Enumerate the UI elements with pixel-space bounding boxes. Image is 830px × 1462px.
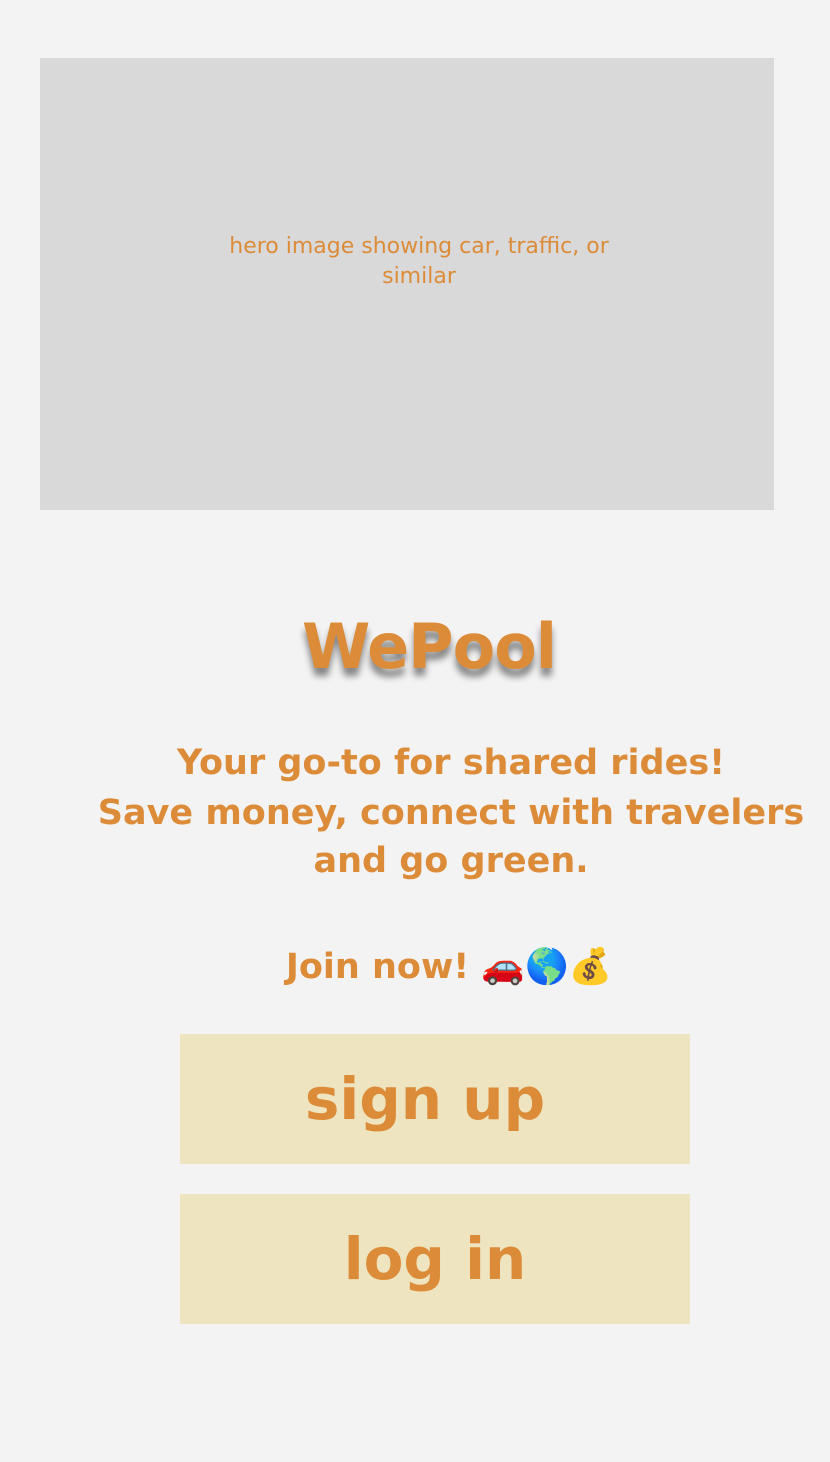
join-now-text: Join now! 🚗🌎💰 [285,947,613,987]
tagline-line-3: and go green. [313,841,589,881]
tagline-line-1: Your go-to for shared rides! [176,743,726,783]
log-in-button[interactable]: log in [180,1194,690,1324]
hero-image-caption: hero image showing car, traffic, or simi… [229,234,609,289]
tagline: Your go-to for shared rides! Save money,… [80,738,822,884]
app-logo-title: WePool [301,610,557,683]
log-in-button-label: log in [343,1225,527,1293]
hero-image-placeholder: hero image showing car, traffic, or simi… [40,58,774,510]
tagline-line-2: Save money, connect with travelers [97,793,805,833]
sign-up-button-label: sign up [304,1065,546,1133]
sign-up-button[interactable]: sign up [180,1034,690,1164]
